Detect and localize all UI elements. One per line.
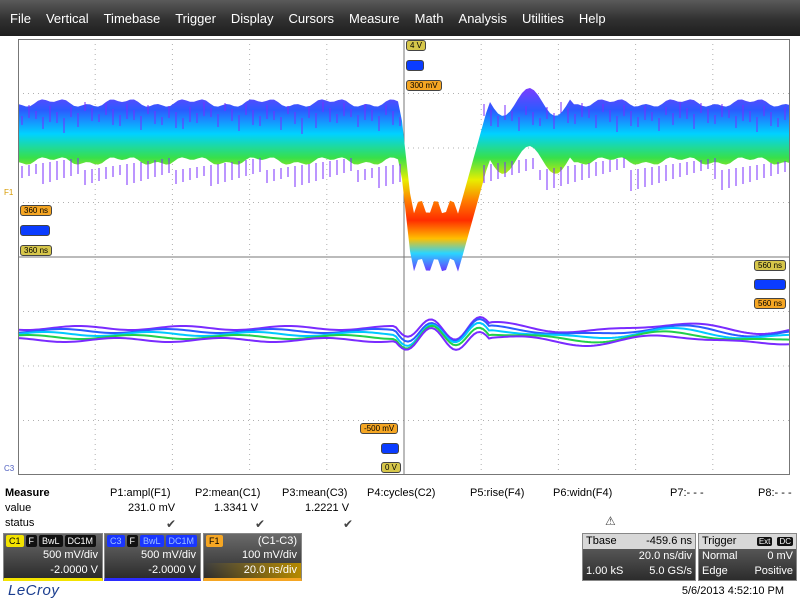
marker-blue-top [406,60,424,71]
c1-offset: -2.0000 V [50,564,98,576]
c1-flag-coupling: DC1M [64,535,97,547]
f1-timebase: 20.0 ns/div [204,563,301,578]
param-p7-label[interactable]: P7:- - - [670,487,704,499]
trigger-descriptor[interactable]: Trigger Ext DC Normal 0 mV Edge Positive [698,533,797,581]
trace-label-c3: C3 [4,464,15,473]
marker-360ns-a: 360 ns [20,205,53,216]
menu-trigger[interactable]: Trigger [175,11,216,26]
measure-title: Measure [5,487,50,499]
oscilloscope-screen[interactable]: 4 V 300 mV F1 360 ns 360 ns 560 ns 560 n… [0,36,800,484]
param-p3-status-icon: ✔ [343,517,354,531]
param-p4-label[interactable]: P4:cycles(C2) [367,487,435,499]
menu-bar: File Vertical Timebase Trigger Display Cursor… [0,0,800,36]
status-row-label: status [5,517,35,529]
marker-minus500mv: -500 mV [360,423,399,434]
marker-blue-bottom [381,443,399,454]
menu-vertical[interactable]: Vertical [46,11,89,26]
channel-c1-descriptor[interactable]: C1 F BwL DC1M 500 mV/div -2.0000 V [3,533,103,581]
marker-4v: 4 V [406,40,427,51]
param-p3-label[interactable]: P3:mean(C3) [282,487,347,499]
param-p8-label[interactable]: P8:- - - [758,487,792,499]
param-p1-label[interactable]: P1:ampl(F1) [110,487,171,499]
date-time: 5/6/2013 4:52:10 PM [681,585,784,597]
marker-blue-left [20,225,50,236]
marker-blue-right [754,279,786,290]
menu-cursors[interactable]: Cursors [289,11,335,26]
menu-utilities[interactable]: Utilities [522,11,564,26]
timebase-delay: -459.6 ns [646,535,692,547]
f1-expression: (C1-C3) [257,535,297,547]
c1-scale: 500 mV/div [42,549,98,561]
brand-logo: LeCroy [8,582,60,599]
marker-0v: 0 V [381,462,402,473]
timebase-tdiv: 20.0 ns/div [638,550,692,562]
timebase-descriptor[interactable]: Tbase -459.6 ns 20.0 ns/div 1.00 kS 5.0 … [582,533,696,581]
descriptor-bar: C1 F BwL DC1M 500 mV/div -2.0000 V C3 F … [0,532,800,582]
trigger-slope: Positive [754,565,793,577]
param-p5-label[interactable]: P5:rise(F4) [470,487,524,499]
c3-flag-coupling: DC1M [165,535,198,547]
measure-status-row: status ✔ ✔ ✔ ⚠ [0,514,800,533]
measure-header-row: Measure P1:ampl(F1) P2:mean(C1) P3:mean(… [0,487,800,503]
timebase-samples: 1.00 kS [586,565,624,577]
menu-display[interactable]: Display [231,11,274,26]
param-p6-label[interactable]: P6:widn(F4) [553,487,612,499]
trigger-source-tag: Ext [756,537,773,546]
marker-560ns-a: 560 ns [754,260,787,271]
value-row-label: value [5,502,32,514]
marker-300mv: 300 mV [406,80,442,91]
menu-measure[interactable]: Measure [349,11,400,26]
param-p2-value: 1.3341 V [214,502,259,514]
f1-name-tag: F1 [206,535,223,547]
marker-560ns-b: 560 ns [754,298,787,309]
param-p2-label[interactable]: P2:mean(C1) [195,487,260,499]
timebase-label: Tbase [586,535,617,547]
f1-scale: 100 mV/div [241,549,297,561]
trace-label-f1: F1 [4,188,14,197]
menu-math[interactable]: Math [415,11,444,26]
timebase-rate: 5.0 GS/s [649,565,692,577]
marker-360ns-b: 360 ns [20,245,53,256]
footer: LeCroy 5/6/2013 4:52:10 PM [0,582,800,600]
trigger-type: Edge [702,565,728,577]
c1-name-tag: C1 [6,535,24,547]
c3-flag-f: F [126,535,139,547]
c1-flag-f: F [25,535,38,547]
param-p2-status-icon: ✔ [255,517,266,531]
c3-name-tag: C3 [107,535,125,547]
param-p1-value: 231.0 mV [128,502,176,514]
c3-scale: 500 mV/div [140,549,196,561]
trigger-mode: Normal [702,550,738,562]
math-f1-descriptor[interactable]: F1 (C1-C3) 100 mV/div 20.0 ns/div [203,533,302,581]
c1-flag-bwl: BwL [39,535,63,547]
trigger-label: Trigger [702,535,737,547]
c3-offset: -2.0000 V [148,564,196,576]
param-p3-value: 1.2221 V [305,502,350,514]
measure-panel: Measure P1:ampl(F1) P2:mean(C1) P3:mean(… [0,484,800,532]
channel-c3-descriptor[interactable]: C3 F BwL DC1M 500 mV/div -2.0000 V [104,533,201,581]
menu-help[interactable]: Help [579,11,606,26]
trigger-coupling-tag: DC [777,537,793,546]
c3-flag-bwl: BwL [140,535,164,547]
menu-timebase[interactable]: Timebase [104,11,161,26]
menu-file[interactable]: File [10,11,31,26]
trigger-level: 0 mV [767,550,793,562]
graticule-border [18,39,790,475]
param-p6-warning-icon: ⚠ [605,514,616,528]
measure-value-row: value 231.0 mV 1.3341 V 1.2221 V [0,502,800,518]
param-p1-status-icon: ✔ [166,517,177,531]
menu-analysis[interactable]: Analysis [459,11,507,26]
